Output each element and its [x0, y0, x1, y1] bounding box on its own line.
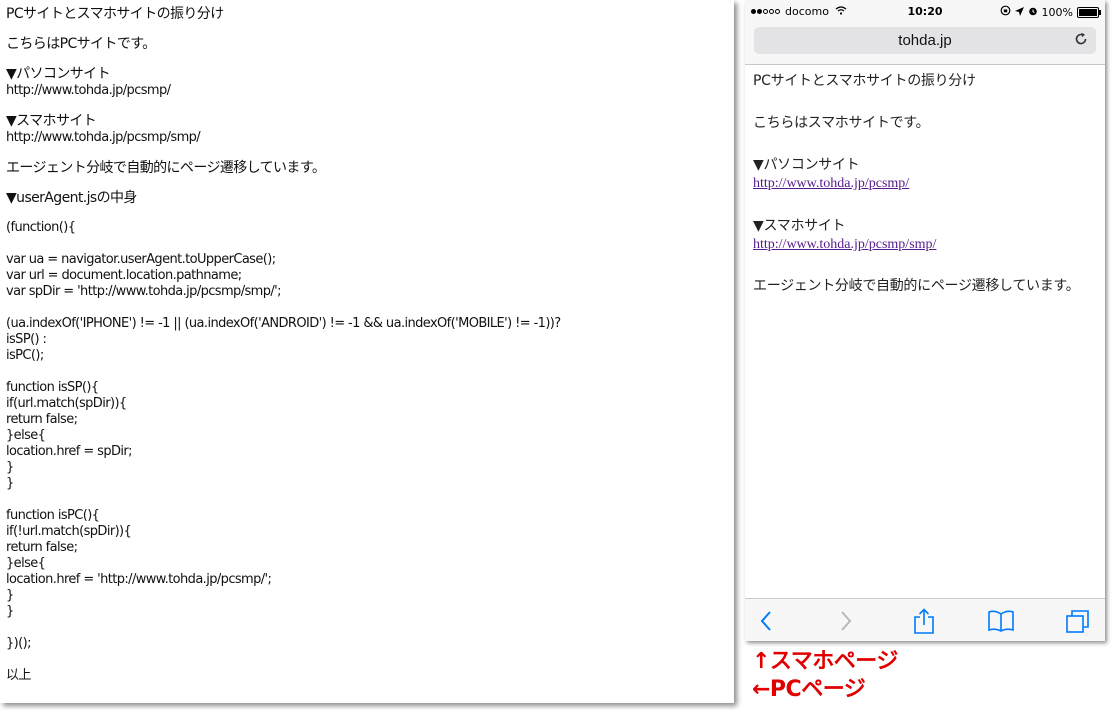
code-line: var ua = navigator.userAgent.toUpperCase…	[6, 252, 276, 267]
code-line: })();	[6, 636, 31, 651]
code-line: }	[6, 460, 14, 475]
pc-url-sp-site: http://www.tohda.jp/pcsmp/smp/	[6, 130, 201, 145]
code-line: function isSP(){	[6, 380, 99, 395]
sp-link-sp-site[interactable]: http://www.tohda.jp/pcsmp/smp/	[753, 237, 936, 252]
code-block: (ua.indexOf('IPHONE') != -1 || (ua.index…	[6, 316, 728, 364]
pc-url-pc-site: http://www.tohda.jp/pcsmp/	[6, 83, 171, 98]
code-line: (ua.indexOf('IPHONE') != -1 || (ua.index…	[6, 316, 561, 331]
alarm-icon	[1028, 6, 1038, 19]
code-line: var spDir = 'http://www.tohda.jp/pcsmp/s…	[6, 284, 282, 299]
sp-heading-sp-site: ▼スマホサイト	[753, 218, 846, 234]
code-line: if(!url.match(spDir)){	[6, 524, 132, 539]
back-chevron-icon	[760, 611, 771, 631]
code-line: }	[6, 476, 14, 491]
annotation-sp-label: ↑スマホページ	[752, 649, 898, 674]
sp-page-intro: こちらはスマホサイトです。	[753, 115, 930, 131]
address-bar-area: tohda.jp	[745, 24, 1105, 65]
share-icon	[914, 608, 934, 634]
code-line: (function(){	[6, 220, 76, 235]
code-line: return false;	[6, 540, 78, 555]
smartphone-screen: docomo 10:20 100% tohda.jp PCサイトとスマホサイトの…	[745, 0, 1105, 641]
code-line: }else{	[6, 556, 46, 571]
back-button[interactable]	[751, 607, 781, 635]
code-line: location.href = spDir;	[6, 444, 133, 459]
bookmarks-button[interactable]	[986, 607, 1016, 635]
sp-link-pc-site[interactable]: http://www.tohda.jp/pcsmp/	[753, 176, 909, 191]
pc-page-intro: こちらはPCサイトです。	[6, 36, 156, 52]
battery-percent: 100%	[1041, 5, 1073, 19]
reload-icon[interactable]	[1074, 31, 1088, 50]
battery-icon	[1077, 6, 1101, 18]
code-block: })();	[6, 636, 728, 652]
code-block: (function(){	[6, 220, 728, 236]
sp-page-title: PCサイトとスマホサイトの振り分け	[753, 73, 976, 89]
annotation-pc-label: ←PCページ	[752, 677, 866, 702]
share-button[interactable]	[909, 607, 939, 635]
code-line: return false;	[6, 412, 78, 427]
forward-chevron-icon	[841, 611, 852, 631]
code-block: function isPC(){if(!url.match(spDir)){re…	[6, 508, 728, 620]
pc-heading-sp-site: ▼スマホサイト	[6, 113, 97, 129]
code-listing: (function(){ var ua = navigator.userAgent…	[6, 220, 728, 652]
pc-page-description: エージェント分岐で自動的にページ遷移しています。	[6, 160, 326, 176]
code-line: if(url.match(spDir)){	[6, 396, 127, 411]
pc-page-title: PCサイトとスマホサイトの振り分け	[6, 6, 224, 22]
bookmarks-icon	[988, 610, 1014, 632]
address-bar-url[interactable]: tohda.jp	[754, 32, 1096, 49]
rotation-lock-icon	[1000, 5, 1011, 19]
sp-heading-pc-site: ▼パソコンサイト	[753, 157, 860, 173]
pc-code-heading: ▼userAgent.jsの中身	[6, 190, 137, 206]
forward-button[interactable]	[831, 607, 861, 635]
code-line: isPC();	[6, 348, 44, 363]
code-line: }	[6, 588, 14, 603]
browser-toolbar	[745, 598, 1105, 641]
sp-page-description: エージェント分岐で自動的にページ遷移しています。	[753, 278, 1080, 294]
code-line: }	[6, 604, 14, 619]
code-line: }else{	[6, 428, 46, 443]
address-bar[interactable]: tohda.jp	[754, 27, 1096, 54]
status-bar: docomo 10:20 100%	[745, 0, 1105, 24]
code-block: function isSP(){if(url.match(spDir)){ret…	[6, 380, 728, 492]
location-icon	[1014, 6, 1024, 19]
pc-page-window: PCサイトとスマホサイトの振り分け こちらはPCサイトです。 ▼パソコンサイト …	[0, 0, 734, 703]
code-line: location.href = 'http://www.tohda.jp/pcs…	[6, 572, 272, 587]
pc-page-closing: 以上	[6, 668, 31, 683]
code-line: var url = document.location.pathname;	[6, 268, 242, 283]
code-line: isSP() :	[6, 332, 47, 347]
pc-heading-pc-site: ▼パソコンサイト	[6, 66, 111, 82]
sp-page-content: PCサイトとスマホサイトの振り分け こちらはスマホサイトです。 ▼パソコンサイト…	[753, 72, 1093, 322]
status-right: 100%	[996, 5, 1101, 19]
tabs-icon	[1066, 610, 1089, 633]
pc-page-content: PCサイトとスマホサイトの振り分け こちらはPCサイトです。 ▼パソコンサイト …	[6, 6, 728, 698]
code-block: var ua = navigator.userAgent.toUpperCase…	[6, 252, 728, 300]
annotation-labels: ↑スマホページ ←PCページ	[752, 648, 898, 704]
code-line: function isPC(){	[6, 508, 100, 523]
tabs-button[interactable]	[1063, 607, 1093, 635]
